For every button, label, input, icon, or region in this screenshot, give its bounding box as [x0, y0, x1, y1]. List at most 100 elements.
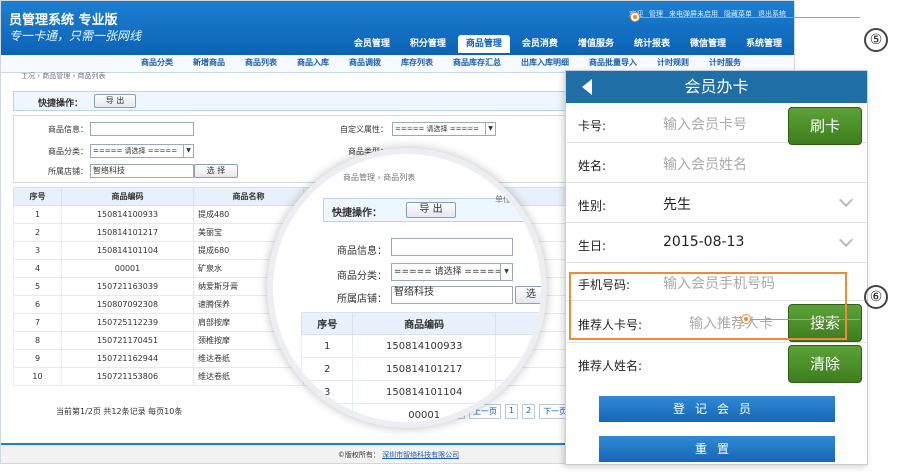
reset-button[interactable]: 重置: [599, 436, 835, 462]
quick-actions: 快捷操作： 导 出: [13, 91, 573, 111]
chevron-down-icon: ▼: [183, 145, 193, 157]
subnav-stock-list[interactable]: 库存列表: [401, 57, 433, 68]
register-member-button[interactable]: 登记会员: [599, 396, 835, 422]
chevron-down-icon: [838, 192, 854, 208]
nav-member[interactable]: 会员管理: [346, 35, 398, 53]
subnav-timing-rules[interactable]: 计时规则: [657, 57, 689, 68]
mag-row-index: 3: [300, 380, 354, 404]
subnav-timing-service[interactable]: 计时服务: [709, 57, 741, 68]
mag-select-button[interactable]: 选: [515, 286, 541, 304]
mag-category-label: 商品分类：: [337, 271, 387, 282]
mag-row-extra: [494, 380, 541, 404]
mag-export-button[interactable]: 导 出: [406, 202, 456, 218]
mag-unit-label: 单位: [495, 195, 511, 204]
info-input[interactable]: [90, 122, 194, 136]
nav-wechat[interactable]: 微信管理: [682, 35, 734, 53]
category-select[interactable]: ===== 请选择 ===== ▼: [90, 144, 194, 158]
subnav-category[interactable]: 商品分类: [141, 57, 173, 68]
row-name: 维达卷纸: [193, 367, 304, 386]
pager-summary: 当前第1/2页 共12条记录 每页10条: [56, 407, 183, 416]
nav-goods[interactable]: 商品管理: [457, 35, 510, 53]
main-nav: 会员管理 积分管理 商品管理 会员消费 增值服务 统计报表 微信管理 系统管理: [346, 35, 790, 53]
mag-quick-label: 快捷操作：: [332, 208, 382, 219]
nav-reports[interactable]: 统计报表: [626, 35, 678, 53]
mag-row-extra: [494, 357, 541, 381]
magnifier: 商品管理 › 商品列表 快捷操作： 导 出 商品信息： 商品分类： ===== …: [267, 148, 547, 428]
row-index: 1: [13, 205, 62, 224]
category-value: ===== 请选择 =====: [93, 147, 178, 155]
name-label: 姓名:: [578, 159, 607, 173]
row-index: 5: [13, 277, 62, 296]
row-index: 3: [13, 241, 62, 260]
mag-col-code: 商品编码: [352, 312, 496, 335]
mag-table-row[interactable]: 1 150814100933: [300, 334, 541, 358]
mag-store-label: 所属店铺：: [337, 294, 387, 305]
mag-row-index: 1: [300, 334, 354, 358]
subnav-stock-summary[interactable]: 商品库存汇总: [453, 57, 501, 68]
callout-line-5: [640, 17, 860, 18]
custom-attr-value: ===== 请选择 =====: [395, 125, 480, 133]
card-label: 卡号:: [578, 119, 607, 133]
mag-col-index: 序号: [300, 312, 354, 335]
card-input[interactable]: 输入会员卡号: [663, 114, 747, 134]
gender-row[interactable]: 性别: 先生: [566, 183, 867, 223]
swipe-card-button[interactable]: 刷卡: [788, 107, 862, 145]
sub-nav: 商品分类 新增商品 商品列表 商品入库 商品调拨 库存列表 商品库存汇总 出库入…: [141, 57, 741, 68]
nav-value-added[interactable]: 增值服务: [570, 35, 622, 53]
birthday-row[interactable]: 生日: 2015-08-13: [566, 223, 867, 263]
mag-info-input[interactable]: [391, 238, 513, 256]
row-code: 150721162944: [61, 349, 194, 368]
row-code: 150721170451: [61, 331, 194, 350]
back-arrow-icon[interactable]: [582, 79, 592, 95]
chevron-down-icon: [838, 232, 854, 248]
subnav-stock-in[interactable]: 商品入库: [297, 57, 329, 68]
birthday-value: 2015-08-13: [663, 234, 745, 250]
custom-attr-label: 自定义属性：: [340, 125, 388, 134]
store-input[interactable]: 智络科技: [90, 164, 194, 178]
row-index: 9: [13, 349, 62, 368]
gender-value: 先生: [663, 197, 691, 213]
row-index: 6: [13, 295, 62, 314]
panel-header: 会员办卡: [566, 71, 867, 103]
company-link[interactable]: 深圳市智络科技有限公司: [382, 451, 459, 459]
export-button[interactable]: 导 出: [94, 94, 136, 108]
row-index: 8: [13, 331, 62, 350]
custom-attr-select[interactable]: ===== 请选择 ===== ▼: [392, 122, 496, 136]
nav-system[interactable]: 系统管理: [738, 35, 790, 53]
subnav-transfer[interactable]: 商品调拨: [349, 57, 381, 68]
nav-consume[interactable]: 会员消费: [514, 35, 566, 53]
quick-label: 快捷操作：: [38, 99, 84, 109]
row-index: 7: [13, 313, 62, 332]
search-form: 商品信息： 商品分类： ===== 请选择 ===== ▼ 所属店铺： 智络科技 …: [13, 115, 573, 183]
subnav-new-goods[interactable]: 新增商品: [193, 57, 225, 68]
chevron-down-icon: ▼: [500, 264, 512, 280]
mag-table: 序号 商品编码 1 150814100933 2 150814101217 3 15081…: [300, 312, 541, 422]
select-store-button[interactable]: 选 择: [194, 164, 238, 178]
row-index: 10: [13, 367, 62, 386]
row-code: 150725112239: [61, 313, 194, 332]
mag-category-select[interactable]: ===== 请选择 ===== ▼: [391, 263, 513, 281]
callout-dot-6: [742, 315, 750, 323]
mag-table-row[interactable]: 2 150814101217: [300, 357, 541, 381]
name-input[interactable]: 输入会员姓名: [663, 154, 747, 174]
row-code: 150814100933: [61, 205, 194, 224]
member-card-panel: 会员办卡 卡号: 输入会员卡号 刷卡 姓名: 输入会员姓名 性别: 先生 生日:…: [565, 70, 868, 465]
category-label: 商品分类：: [48, 147, 88, 156]
subnav-goods-list[interactable]: 商品列表: [245, 57, 277, 68]
row-index: 2: [13, 223, 62, 242]
col-index: 序号: [13, 187, 62, 206]
clear-button[interactable]: 清除: [788, 345, 862, 383]
callout-line-6: [750, 319, 860, 320]
nav-points[interactable]: 积分管理: [402, 35, 454, 53]
mag-category-value: ===== 请选择 =====: [394, 267, 503, 277]
callout-number-5: ⑤: [864, 28, 888, 52]
row-code: 00001: [61, 259, 194, 278]
subnav-batch-import[interactable]: 商品批量导入: [589, 57, 637, 68]
row-code: 150814101104: [61, 241, 194, 260]
col-code: 商品编码: [61, 187, 194, 206]
mag-table-row[interactable]: 3 150814101104: [300, 380, 541, 404]
row-code: 150721153806: [61, 367, 194, 386]
mag-store-input[interactable]: 智络科技: [391, 286, 513, 304]
brand-title: 员管理系统 专业版: [9, 13, 118, 28]
subnav-in-out-detail[interactable]: 出库入库明细: [521, 57, 569, 68]
